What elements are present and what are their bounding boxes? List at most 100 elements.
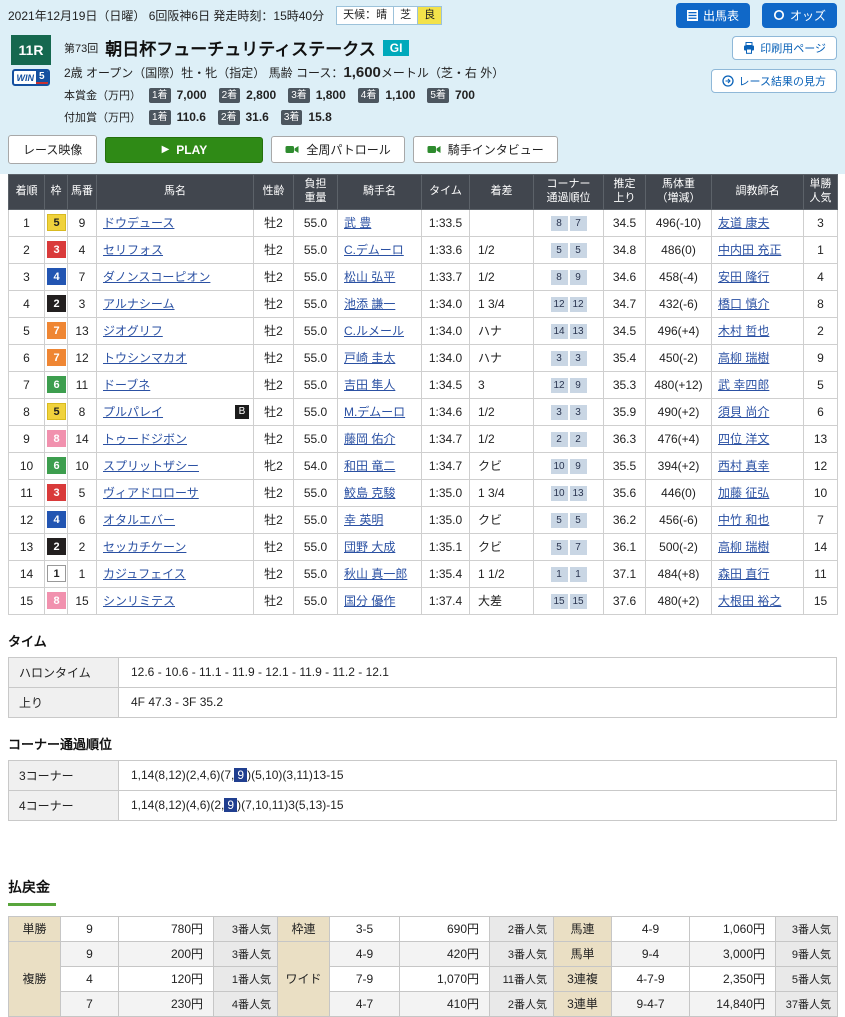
print-page-button[interactable]: 印刷用ページ (732, 36, 837, 60)
bracket-badge: 3 (47, 241, 66, 258)
jockey-link[interactable]: 鮫島 克駿 (344, 486, 395, 500)
entries-icon (687, 10, 698, 21)
bracket-cell: 7 (45, 317, 68, 344)
result-row: 9814トゥードジボン牡255.0藤岡 佑介1:34.71/22236.3476… (9, 425, 838, 452)
results-guide-button[interactable]: レース結果の見方 (711, 69, 837, 93)
jockey-link[interactable]: C.ルメール (344, 324, 404, 338)
jockey-link[interactable]: 和田 竜二 (344, 459, 395, 473)
win5-logo: WIN 5 (12, 69, 49, 86)
entries-button[interactable]: 出馬表 (676, 3, 750, 28)
horse-name-link[interactable]: スプリットザシー (103, 459, 199, 473)
horse-name-link[interactable]: シンリミテス (103, 594, 175, 608)
odds-button[interactable]: オッズ (762, 3, 837, 28)
horse-name-link[interactable]: セッカチケーン (103, 540, 186, 554)
sex-age: 牡2 (254, 587, 294, 614)
margin: ハナ (470, 317, 534, 344)
column-header: 調教師名 (712, 175, 804, 210)
jockey-cell: M.デムーロ (338, 398, 422, 425)
horse-name-link[interactable]: アルナシーム (103, 297, 175, 311)
jockey-link[interactable]: 秋山 真一郎 (344, 567, 407, 581)
column-header: 馬体重 （増減） (646, 175, 712, 210)
jockey-link[interactable]: 松山 弘平 (344, 270, 395, 284)
payout-amount: 230円 (119, 991, 214, 1016)
jockey-link[interactable]: 団野 大成 (344, 540, 395, 554)
jockey-cell: 秋山 真一郎 (338, 560, 422, 587)
race-date-line: 2021年12月19日（日曜） 6回阪神6日 発走時刻：15時40分 (8, 7, 324, 24)
jockey-link[interactable]: 国分 優作 (344, 594, 395, 608)
jockey-link[interactable]: 吉田 隼人 (344, 378, 395, 392)
bracket-cell: 1 (45, 560, 68, 587)
horse-name-link[interactable]: ドウデュース (103, 216, 174, 230)
race-distance: 1,600 (343, 64, 381, 81)
trainer-link[interactable]: 高柳 瑞樹 (718, 540, 769, 554)
prize-amount: 2,800 (246, 88, 276, 102)
win-popularity: 3 (804, 209, 838, 236)
trainer-link[interactable]: 四位 洋文 (718, 432, 769, 446)
trainer-link[interactable]: 木村 哲也 (718, 324, 769, 338)
finish-time: 1:34.5 (422, 371, 470, 398)
trainer-link[interactable]: 中竹 和也 (718, 513, 769, 527)
horse-name-link[interactable]: セリフォス (103, 243, 163, 257)
media-button-row: レース映像 ▶ PLAY 全周パトロール 騎手インタビュー (0, 127, 845, 174)
horse-name-link[interactable]: ドーブネ (103, 378, 150, 392)
trainer-link[interactable]: 友道 康夫 (718, 216, 769, 230)
corner-position-badge: 2 (551, 432, 568, 447)
payout-popularity: 11番人気 (490, 966, 554, 991)
jockey-link[interactable]: 幸 英明 (344, 513, 383, 527)
sex-age: 牝2 (254, 452, 294, 479)
horse-name-link[interactable]: トウシンマカオ (103, 351, 187, 365)
trainer-link[interactable]: 武 幸四郎 (718, 378, 769, 392)
horse-name-link[interactable]: オタルエバー (103, 513, 175, 527)
horse-name-link[interactable]: ダノンスコーピオン (103, 270, 210, 284)
trainer-cell: 大根田 裕之 (712, 587, 804, 614)
payout-amount: 120円 (119, 966, 214, 991)
payout-amount: 410円 (400, 991, 490, 1016)
jockey-interview-button[interactable]: 騎手インタビュー (413, 136, 558, 163)
horse-name-link[interactable]: トゥードジボン (103, 432, 187, 446)
jockey-link[interactable]: 武 豊 (344, 216, 371, 230)
trainer-link[interactable]: 加藤 征弘 (718, 486, 769, 500)
corner-position-badge: 9 (570, 270, 587, 285)
play-button[interactable]: ▶ PLAY (105, 137, 263, 163)
trainer-link[interactable]: 森田 直行 (718, 567, 769, 581)
bracket-badge: 4 (47, 268, 66, 285)
payout-type-trio: 3連複 (554, 966, 612, 991)
horse-name-cell: ジオグリフ (97, 317, 254, 344)
jockey-link[interactable]: 藤岡 佑介 (344, 432, 395, 446)
horse-name-link[interactable]: プルパレイ (103, 405, 163, 419)
trainer-link[interactable]: 中内田 充正 (718, 243, 781, 257)
trainer-link[interactable]: 須貝 尚介 (718, 405, 769, 419)
finish-time: 1:33.6 (422, 236, 470, 263)
payout-amount: 420円 (400, 941, 490, 966)
horse-name-link[interactable]: カジュフェイス (103, 567, 186, 581)
sex-age: 牡2 (254, 560, 294, 587)
horse-weight: 476(+4) (646, 425, 712, 452)
trainer-link[interactable]: 橋口 慎介 (718, 297, 769, 311)
trainer-link[interactable]: 西村 真幸 (718, 459, 769, 473)
result-row: 1322セッカチケーン牡255.0団野 大成1:35.1クビ5736.1500(… (9, 533, 838, 560)
payout-amount: 780円 (119, 916, 214, 941)
horse-name-link[interactable]: ジオグリフ (103, 324, 163, 338)
carried-weight: 55.0 (294, 425, 338, 452)
race-round: 第73回 (64, 40, 98, 56)
horse-weight: 446(0) (646, 479, 712, 506)
trainer-link[interactable]: 高柳 瑞樹 (718, 351, 769, 365)
trainer-cell: 橋口 慎介 (712, 290, 804, 317)
horse-name-link[interactable]: ヴィアドロローサ (103, 486, 199, 500)
trainer-link[interactable]: 大根田 裕之 (718, 594, 781, 608)
bracket-badge: 7 (47, 322, 66, 339)
race-video-button[interactable]: レース映像 (8, 135, 97, 164)
jockey-link[interactable]: 池添 謙一 (344, 297, 395, 311)
jockey-link[interactable]: 戸崎 圭太 (344, 351, 395, 365)
horse-name-cell: ドーブネ (97, 371, 254, 398)
result-row: 347ダノンスコーピオン牡255.0松山 弘平1:33.71/28934.645… (9, 263, 838, 290)
bracket-badge: 3 (47, 484, 66, 501)
jockey-link[interactable]: C.デムーロ (344, 243, 404, 257)
patrol-video-button[interactable]: 全周パトロール (271, 136, 404, 163)
carried-weight: 55.0 (294, 560, 338, 587)
carried-weight: 55.0 (294, 587, 338, 614)
trainer-link[interactable]: 安田 隆行 (718, 270, 769, 284)
jockey-link[interactable]: M.デムーロ (344, 405, 405, 419)
result-row: 159ドウデュース牡255.0武 豊1:33.58734.5496(-10)友道… (9, 209, 838, 236)
horse-number: 4 (68, 236, 97, 263)
